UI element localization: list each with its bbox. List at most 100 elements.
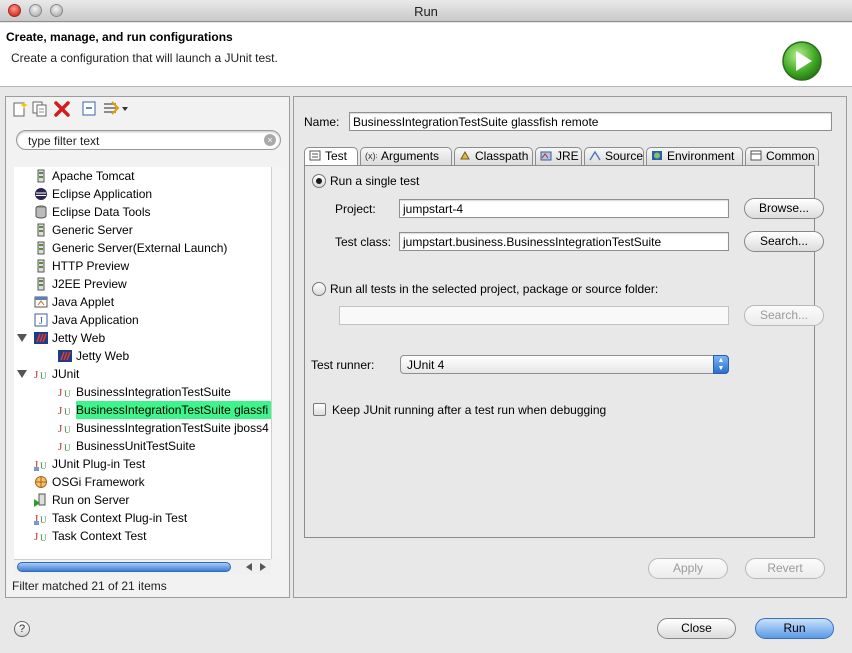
run-all-label: Run all tests in the selected project, p… xyxy=(330,282,659,296)
tree-item[interactable]: J U Task Context Test xyxy=(14,527,271,545)
environment-icon xyxy=(652,151,662,160)
junit-icon: JU xyxy=(58,441,71,453)
dialog-title: Create, manage, and run configurations xyxy=(6,30,233,44)
scroll-right-icon[interactable] xyxy=(260,563,266,571)
svg-text:J: J xyxy=(39,316,43,327)
svg-text:J: J xyxy=(34,369,39,381)
tree-item-label: Eclipse Application xyxy=(52,187,153,201)
expand-toggle-icon[interactable] xyxy=(17,334,27,342)
help-icon[interactable]: ? xyxy=(14,621,30,637)
expand-toggle-icon[interactable] xyxy=(17,370,27,378)
project-field[interactable]: jumpstart-4 xyxy=(399,199,729,218)
classpath-icon xyxy=(460,150,470,160)
tree-item-label: Run on Server xyxy=(52,493,130,507)
tree-item[interactable]: OSGi Framework xyxy=(14,473,271,491)
tree-item[interactable]: J2EE Preview xyxy=(14,275,271,293)
scroll-left-icon[interactable] xyxy=(246,563,252,571)
dialog-message: Create a configuration that will launch … xyxy=(11,51,278,65)
configuration-list-panel: type filter text × Apache Tomcat Eclipse … xyxy=(5,96,290,598)
tree-item-label: BusinessUnitTestSuite xyxy=(76,439,196,453)
tab-jre[interactable]: JRE xyxy=(535,147,582,166)
run-button[interactable]: Run xyxy=(755,618,834,639)
jetty-icon xyxy=(58,350,72,362)
filter-status: Filter matched 21 of 21 items xyxy=(12,579,167,593)
tree-item[interactable]: J U BusinessUnitTestSuite xyxy=(14,437,271,455)
svg-text:U: U xyxy=(64,425,71,435)
arguments-icon: (x)= xyxy=(365,151,377,161)
tree-item[interactable]: Jetty Web xyxy=(14,347,271,365)
scrollbar-thumb[interactable] xyxy=(17,562,231,572)
tree-item-label: BusinessIntegrationTestSuite xyxy=(76,385,231,399)
dialog-header: Create, manage, and run configurations C… xyxy=(0,23,852,87)
clear-filter-icon[interactable]: × xyxy=(264,134,276,146)
run-all-field[interactable] xyxy=(339,306,729,325)
tab-environment[interactable]: Environment xyxy=(646,147,743,166)
tab-label: Arguments xyxy=(381,149,440,163)
tree-item[interactable]: J U JUnit xyxy=(14,365,271,383)
tree-item[interactable]: Apache Tomcat xyxy=(14,167,271,185)
close-button[interactable]: Close xyxy=(657,618,736,639)
tab-label: Test xyxy=(325,149,348,163)
new-configuration-icon[interactable] xyxy=(11,100,29,118)
tab-label: Environment xyxy=(667,149,735,163)
tab-label: Classpath xyxy=(475,149,529,163)
svg-text:U: U xyxy=(40,515,47,525)
tree-item[interactable]: J U BusinessIntegrationTestSuite glassfi xyxy=(14,401,271,419)
tree-item-label: Eclipse Data Tools xyxy=(52,205,151,219)
search-button[interactable]: Search... xyxy=(744,231,824,252)
name-label: Name: xyxy=(304,115,340,129)
tab-test[interactable]: Test xyxy=(304,147,358,167)
tree-item[interactable]: J U JUnit Plug-in Test xyxy=(14,455,271,473)
svg-text:U: U xyxy=(40,461,47,471)
tree-item-label: JUnit xyxy=(52,367,80,381)
tree-item[interactable]: Jetty Web xyxy=(14,329,271,347)
tree-item[interactable]: J U BusinessIntegrationTestSuite jboss4 xyxy=(14,419,271,437)
test-runner-select[interactable]: JUnit 4 ▲ ▼ xyxy=(400,355,729,374)
duplicate-icon[interactable] xyxy=(31,100,49,118)
java-app-icon: J xyxy=(34,313,48,327)
junit-plugin-icon: JU xyxy=(34,459,47,471)
filter-input[interactable]: type filter text × xyxy=(16,130,281,150)
test-class-label: Test class: xyxy=(335,235,392,249)
revert-button[interactable]: Revert xyxy=(745,558,825,579)
filter-icon[interactable] xyxy=(102,100,130,118)
tree-item[interactable]: J U Task Context Plug-in Test xyxy=(14,509,271,527)
keep-running-label: Keep JUnit running after a test run when… xyxy=(332,403,607,417)
name-field[interactable]: BusinessIntegrationTestSuite glassfish r… xyxy=(349,112,832,131)
keep-running-checkbox[interactable] xyxy=(313,403,326,416)
select-arrows-icon: ▲ ▼ xyxy=(713,355,729,374)
tree-item-label: Java Applet xyxy=(52,295,115,309)
junit-icon: JU xyxy=(58,387,71,399)
tree-item-label: BusinessIntegrationTestSuite jboss4 xyxy=(76,421,269,435)
tab-classpath[interactable]: Classpath xyxy=(454,147,533,166)
tab-arguments[interactable]: (x)= Arguments xyxy=(360,147,452,166)
tree-item[interactable]: J Java Application xyxy=(14,311,271,329)
tab-source[interactable]: Source xyxy=(584,147,644,166)
run-single-radio[interactable] xyxy=(312,174,326,188)
junit-icon: JU xyxy=(34,531,47,543)
tab-label: JRE xyxy=(556,149,579,163)
source-icon xyxy=(589,150,601,161)
browse-button[interactable]: Browse... xyxy=(744,198,824,219)
apply-button[interactable]: Apply xyxy=(648,558,728,579)
tree-item[interactable]: Java Applet xyxy=(14,293,271,311)
tree-item[interactable]: HTTP Preview xyxy=(14,257,271,275)
tree-item[interactable]: Eclipse Application xyxy=(14,185,271,203)
tree-vertical-scrollbar[interactable] xyxy=(271,167,286,559)
run-all-radio[interactable] xyxy=(312,282,326,296)
tree-item[interactable]: Generic Server(External Launch) xyxy=(14,239,271,257)
tab-common[interactable]: Common xyxy=(745,147,819,166)
tree-item[interactable]: J U BusinessIntegrationTestSuite xyxy=(14,383,271,401)
tree-item[interactable]: Eclipse Data Tools xyxy=(14,203,271,221)
svg-text:U: U xyxy=(64,407,71,417)
tree-item[interactable]: Generic Server xyxy=(14,221,271,239)
test-class-field[interactable]: jumpstart.business.BusinessIntegrationTe… xyxy=(399,232,729,251)
svg-text:J: J xyxy=(58,423,63,435)
collapse-all-icon[interactable] xyxy=(81,100,99,118)
delete-icon[interactable] xyxy=(53,100,71,118)
search-container-button[interactable]: Search... xyxy=(744,305,824,326)
tree-horizontal-scrollbar[interactable] xyxy=(14,559,271,574)
server-icon xyxy=(37,241,45,255)
tree-item-label: Jetty Web xyxy=(52,331,106,345)
tree-item[interactable]: Run on Server xyxy=(14,491,271,509)
